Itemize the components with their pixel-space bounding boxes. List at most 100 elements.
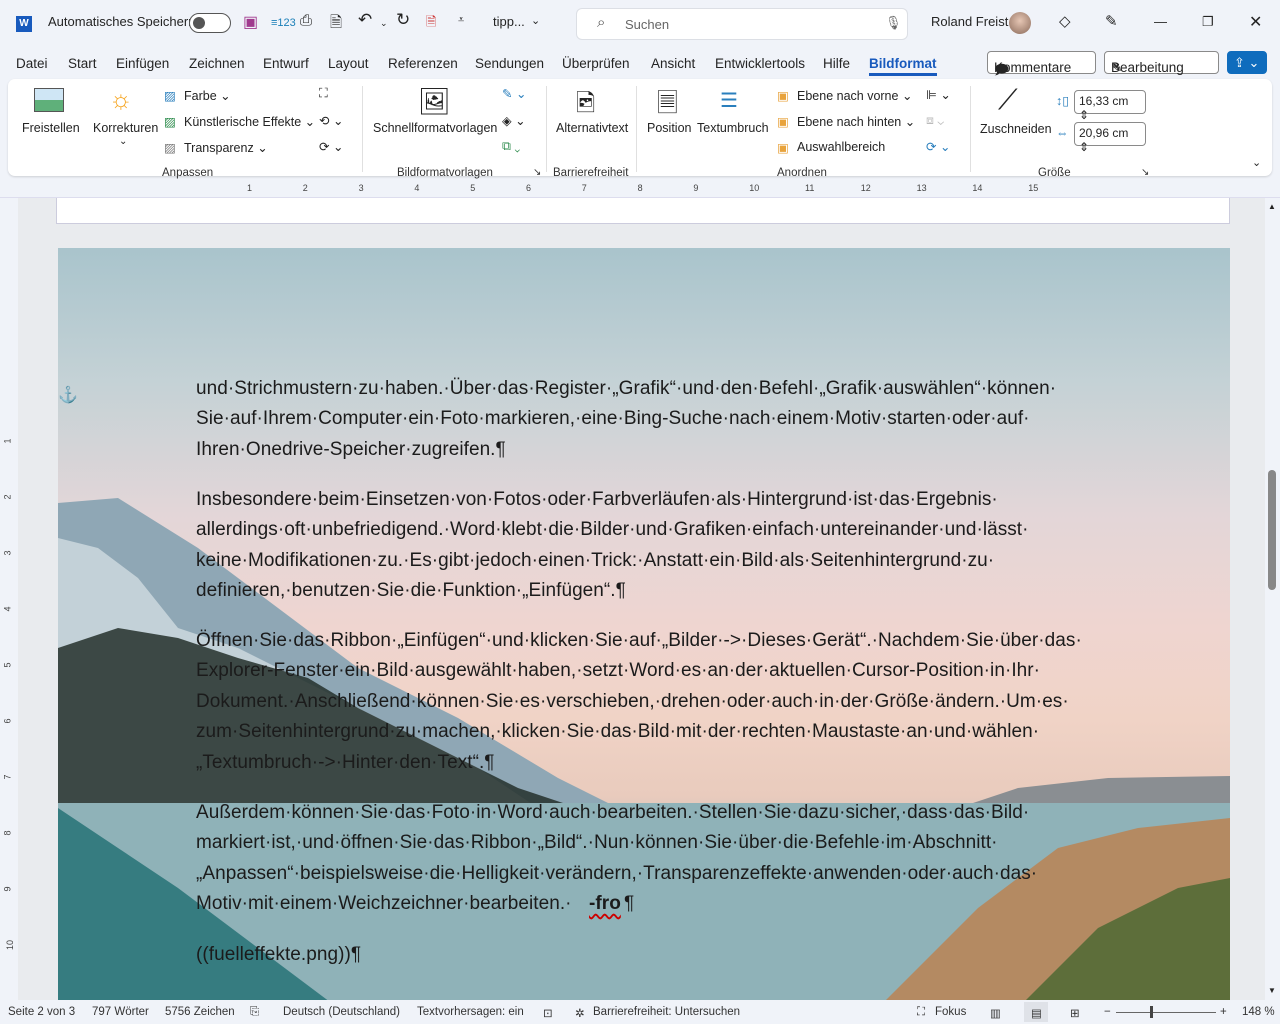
editing-mode-button[interactable]: ✎ Bearbeitung ⌄ xyxy=(1104,51,1219,75)
position-button[interactable]: Position xyxy=(647,121,691,135)
macro-icon[interactable]: ⊡ xyxy=(543,1006,553,1020)
scrollbar-thumb[interactable] xyxy=(1268,470,1276,590)
comments-button[interactable]: 🗩 Kommentare xyxy=(987,51,1096,77)
text-line[interactable]: Sie·auf·Ihrem·Computer·ein·Foto·markiere… xyxy=(196,408,1030,430)
scroll-down-icon[interactable]: ▼ xyxy=(1268,986,1276,995)
tab-entwurf[interactable]: Entwurf xyxy=(263,56,309,71)
size-dialog-launcher-icon[interactable]: ↘ xyxy=(1141,167,1149,178)
web-layout-icon[interactable]: ⊞ xyxy=(1070,1006,1080,1020)
effekte-button[interactable]: Künstlerische Effekte ⌄ xyxy=(184,114,315,129)
numbering-icon[interactable]: ≡123 xyxy=(271,17,296,29)
tab-hilfe[interactable]: Hilfe xyxy=(823,56,850,71)
ebene-hinten-button[interactable]: Ebene nach hinten ⌄ xyxy=(797,114,915,129)
auswahlbereich-button[interactable]: Auswahlbereich xyxy=(797,140,885,154)
undo-icon[interactable]: ↶ xyxy=(358,10,372,30)
change-picture-icon[interactable]: ⟲ ⌄ xyxy=(319,113,343,128)
document-canvas[interactable]: ⚓ und·Strichmustern·zu·haben.·Über·das·R… xyxy=(18,198,1265,1000)
designer-icon[interactable]: ✎ xyxy=(1105,12,1118,30)
tab-layout[interactable]: Layout xyxy=(328,56,369,71)
undo-dropdown-icon[interactable]: ⌄ xyxy=(380,18,388,29)
tab-entwicklertools[interactable]: Entwicklertools xyxy=(715,56,805,71)
redo-icon[interactable]: ↻ xyxy=(396,10,410,30)
alternativtext-button[interactable]: Alternativtext xyxy=(556,121,628,135)
text-line[interactable]: Außerdem·können·Sie·das·Foto·in·Word·auc… xyxy=(196,802,1029,824)
tab-ansicht[interactable]: Ansicht xyxy=(651,56,695,71)
tab-bildformat[interactable]: Bildformat xyxy=(869,56,937,76)
focus-button[interactable]: Fokus xyxy=(935,1006,966,1018)
customize-toolbar-icon[interactable]: ⩡ xyxy=(458,14,464,27)
text-line[interactable]: ¶ xyxy=(624,893,634,915)
align-icon[interactable]: ⊫ ⌄ xyxy=(926,87,951,102)
text-line[interactable]: Motiv·mit·einem·Weichzeichner·bearbeiten… xyxy=(196,893,572,915)
picture-border-icon[interactable]: ✎ ⌄ xyxy=(502,86,526,101)
text-line[interactable]: „Anpassen“·beispielsweise·die·Helligkeit… xyxy=(196,863,1037,885)
save-icon[interactable]: ▣ xyxy=(243,12,258,32)
doc-name-chevron-icon[interactable]: ⌄ xyxy=(531,14,540,27)
text-line[interactable]: und·Strichmustern·zu·haben.·Über·das·Reg… xyxy=(196,378,1056,400)
korrekturen-chevron-icon[interactable]: ⌄ xyxy=(119,136,127,147)
document-icon[interactable]: 🗎 xyxy=(330,12,342,37)
schnellformat-button[interactable]: Schnellformatvorlagen xyxy=(373,121,497,135)
text-line[interactable]: Ihren·Onedrive-Speicher·zugreifen.¶ xyxy=(196,439,506,461)
scroll-up-icon[interactable]: ▲ xyxy=(1268,202,1276,211)
close-icon[interactable]: ✕ xyxy=(1249,12,1262,32)
farbe-button[interactable]: Farbe ⌄ xyxy=(184,88,231,103)
text-line[interactable]: Dokument.·Anschließend·können·Sie·es·ver… xyxy=(196,691,1069,713)
minimize-icon[interactable]: — xyxy=(1154,14,1167,29)
horizontal-ruler[interactable]: 1 2 3 4 5 6 7 8 9 10 11 12 13 14 15 xyxy=(0,180,1280,198)
tab-start[interactable]: Start xyxy=(68,56,97,71)
pdf-icon[interactable]: 🗎 xyxy=(426,13,436,35)
avatar[interactable] xyxy=(1009,12,1031,34)
tab-ueberpruefen[interactable]: Überprüfen xyxy=(562,56,630,71)
collapse-ribbon-icon[interactable]: ⌄ xyxy=(1252,156,1261,169)
freistellen-button[interactable]: Freistellen xyxy=(22,121,80,135)
height-input[interactable]: 16,33 cm ⇕ xyxy=(1074,90,1146,122)
picture-effects-icon[interactable]: ◈ ⌄ xyxy=(502,113,526,128)
width-input[interactable]: 20,96 cm ⇕ xyxy=(1074,122,1146,154)
tab-einfuegen[interactable]: Einfügen xyxy=(116,56,169,71)
autosave-toggle[interactable] xyxy=(189,13,231,33)
text-line[interactable]: Öffnen·Sie·das·Ribbon·„Einfügen“·und·kli… xyxy=(196,630,1082,652)
premium-diamond-icon[interactable]: ◇ xyxy=(1059,12,1071,30)
accessibility-status[interactable]: Barrierefreiheit: Untersuchen xyxy=(593,1006,740,1018)
text-line[interactable]: zum·Seitenhintergrund·zu·machen,·klicken… xyxy=(196,721,1039,743)
zoom-slider-thumb[interactable] xyxy=(1149,1006,1153,1018)
search-box[interactable]: ⌕ Suchen 🎙 xyxy=(577,9,907,39)
char-count[interactable]: 5756 Zeichen xyxy=(165,1006,235,1018)
page-count[interactable]: Seite 2 von 3 xyxy=(8,1006,75,1018)
rotate-icon[interactable]: ⟳ ⌄ xyxy=(926,139,950,154)
text-line[interactable]: definieren,·benutzen·Sie·die·Funktion·„E… xyxy=(196,580,626,602)
print-layout-icon[interactable]: ▤ xyxy=(1024,1002,1048,1022)
print-preview-icon[interactable]: ⎙ xyxy=(300,12,312,29)
korrekturen-button[interactable]: Korrekturen xyxy=(93,121,158,135)
vertical-ruler[interactable]: 1 2 3 4 5 6 7 8 9 10 xyxy=(0,198,18,1000)
search-input[interactable]: Suchen xyxy=(625,17,669,32)
tab-referenzen[interactable]: Referenzen xyxy=(388,56,458,71)
proofing-icon[interactable]: ⎘ xyxy=(250,1006,259,1019)
share-button[interactable]: ⇪ ⌄ xyxy=(1227,51,1267,74)
text-line[interactable]: ((fuelleffekte.png))¶ xyxy=(196,944,361,966)
tab-datei[interactable]: Datei xyxy=(16,56,48,71)
zoom-in-button[interactable]: + xyxy=(1220,1006,1227,1018)
text-line[interactable]: Explorer-Fenster·ein·Bild·ausgewählt·hab… xyxy=(196,660,1040,682)
text-line[interactable]: allerdings·oft·unbefriedigend.·Word·kleb… xyxy=(196,519,1029,541)
picture-layout-icon[interactable]: ⧉ ⌄ xyxy=(502,139,520,154)
tab-sendungen[interactable]: Sendungen xyxy=(475,56,544,71)
restore-icon[interactable]: ❐ xyxy=(1202,14,1214,30)
zoom-level[interactable]: 148 % xyxy=(1242,1006,1275,1018)
text-line[interactable]: „Textumbruch·->·Hinter·den·Text“.¶ xyxy=(196,752,495,774)
textumbruch-button[interactable]: Textumbruch xyxy=(697,121,769,135)
text-predictions[interactable]: Textvorhersagen: ein xyxy=(417,1006,524,1018)
text-line[interactable]: keine·Modifikationen·zu.·Es·gibt·jedoch·… xyxy=(196,550,994,572)
language[interactable]: Deutsch (Deutschland) xyxy=(283,1006,400,1018)
user-name[interactable]: Roland Freist xyxy=(931,14,1008,29)
vertical-scrollbar[interactable]: ▲ ▼ xyxy=(1265,198,1280,1000)
zuschneiden-button[interactable]: Zuschneiden xyxy=(980,122,1052,136)
document-name[interactable]: tipp... xyxy=(493,14,525,29)
reset-picture-icon[interactable]: ⟳ ⌄ xyxy=(319,139,343,154)
ebene-vorne-button[interactable]: Ebene nach vorne ⌄ xyxy=(797,88,912,103)
compress-pictures-icon[interactable]: ⛶ xyxy=(319,86,328,101)
background-photo[interactable] xyxy=(58,248,1230,1000)
zoom-out-button[interactable]: − xyxy=(1104,1006,1111,1018)
text-line[interactable]: markiert·ist,·und·öffnen·Sie·das·Ribbon·… xyxy=(196,832,998,854)
